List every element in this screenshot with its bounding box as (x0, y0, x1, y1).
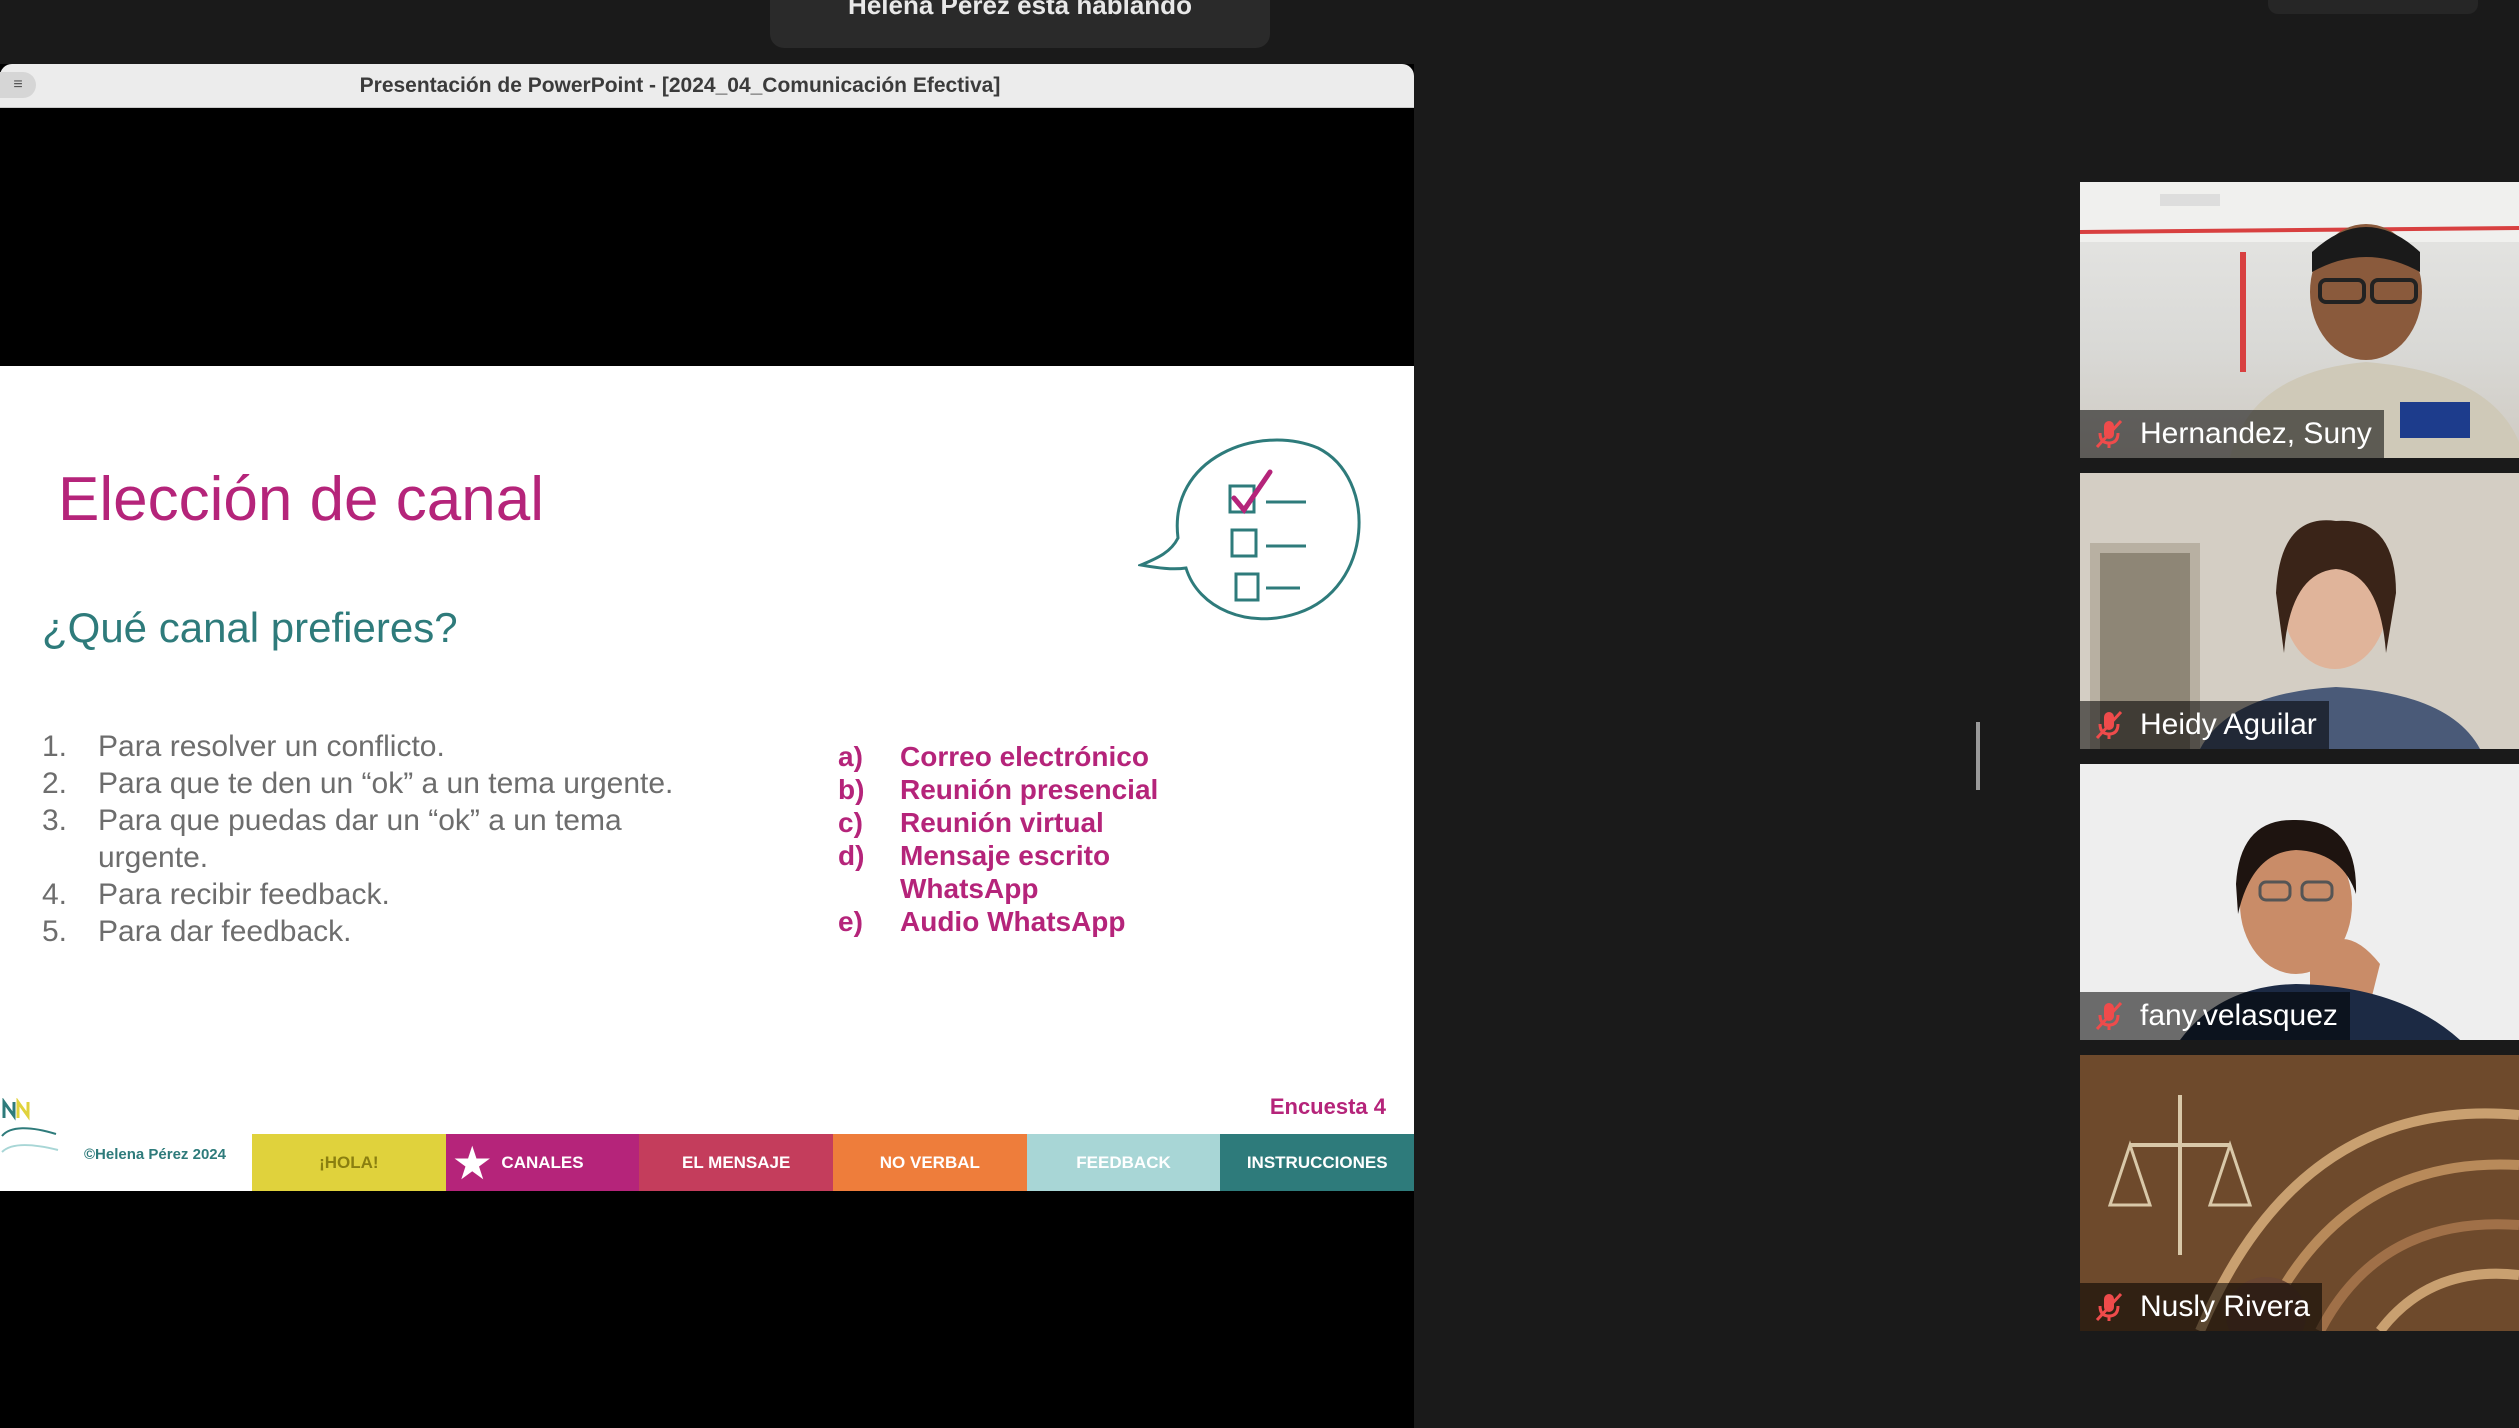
option-letter: a) (838, 741, 863, 772)
nav-tab-label: NO VERBAL (879, 1153, 980, 1172)
copyright-text: ©Helena Pérez 2024 (84, 1146, 226, 1163)
participant-name: fany.velasquez (2140, 999, 2338, 1032)
mic-muted-icon (2095, 1292, 2123, 1322)
question-item: 2. Para que te den un “ok” a un tema urg… (42, 765, 802, 802)
question-item: 4. Para recibir feedback. (42, 876, 802, 913)
nav-tab-label: INSTRUCCIONES (1246, 1153, 1388, 1172)
question-item: 1. Para resolver un conflicto. (42, 728, 802, 765)
nav-tab-label: CANALES (501, 1153, 584, 1172)
participant-tile[interactable]: Hernandez, Suny (2080, 182, 2519, 458)
question-text: Para recibir feedback. (98, 878, 390, 911)
mic-muted-icon (2095, 1001, 2123, 1031)
speaker-banner: Helena Pérez está hablando (770, 0, 1270, 48)
nav-tab-label: FEEDBACK (1076, 1153, 1171, 1172)
question-number: 5. (42, 915, 68, 948)
option-text: Reunión presencial (900, 774, 1159, 805)
participant-name-bar: Nusly Rivera (2080, 1283, 2323, 1331)
option-item: a) Correo electrónico (838, 740, 1258, 773)
question-item: 5. Para dar feedback. (42, 913, 802, 950)
resize-handle[interactable] (1976, 722, 1980, 790)
option-list: a) Correo electrónico b) Reunión presenc… (838, 740, 1258, 938)
option-item: b) Reunión presencial (838, 773, 1258, 806)
participant-name: Hernandez, Suny (2140, 417, 2372, 450)
window-title: Presentación de PowerPoint - [2024_04_Co… (359, 74, 1001, 97)
question-text: Para que puedas dar un “ok” a un tema ur… (98, 804, 622, 874)
question-text: Para dar feedback. (98, 915, 352, 948)
nav-tab-canales[interactable]: ★ CANALES (445, 1134, 640, 1191)
option-letter: c) (838, 807, 863, 838)
option-letter: b) (838, 774, 865, 805)
nav-tab-label: EL MENSAJE (682, 1153, 791, 1172)
slide: Elección de canal ¿Qué canal prefieres? … (0, 366, 1414, 1191)
option-item: d) Mensaje escrito WhatsApp (838, 839, 1258, 905)
nav-tab-el-mensaje[interactable]: EL MENSAJE (639, 1134, 834, 1191)
option-text: Audio WhatsApp (900, 906, 1126, 937)
option-letter: d) (838, 840, 865, 871)
nav-tab-feedback[interactable]: FEEDBACK (1026, 1134, 1221, 1191)
nav-tab-label: ¡HOLA! (319, 1153, 379, 1172)
question-number: 3. (42, 804, 68, 837)
participant-name: Heidy Aguilar (2140, 708, 2317, 741)
option-text: Correo electrónico (900, 741, 1149, 772)
option-text: Mensaje escrito WhatsApp (900, 840, 1111, 904)
participant-name-bar: Heidy Aguilar (2080, 701, 2329, 749)
question-number: 2. (42, 767, 68, 800)
star-icon: ★ (451, 1137, 493, 1189)
window-titlebar: ≡ Presentación de PowerPoint - [2024_04_… (0, 64, 1414, 108)
participant-tile[interactable]: fany.velasquez (2080, 764, 2519, 1040)
slide-subtitle: ¿Qué canal prefieres? (42, 604, 458, 651)
question-text: Para que te den un “ok” a un tema urgent… (98, 767, 674, 800)
option-item: c) Reunión virtual (838, 806, 1258, 839)
slide-title: Elección de canal (58, 465, 544, 534)
top-right-control[interactable] (2268, 0, 2478, 14)
option-letter: e) (838, 906, 863, 937)
participant-tile[interactable]: Heidy Aguilar (2080, 473, 2519, 749)
option-text: Reunión virtual (900, 807, 1104, 838)
checklist-speech-bubble-icon (1138, 438, 1361, 621)
shared-screen: ≡ Presentación de PowerPoint - [2024_04_… (0, 64, 1414, 1428)
question-number: 1. (42, 730, 68, 763)
survey-tag: Encuesta 4 (1269, 1094, 1386, 1119)
mic-muted-icon (2095, 710, 2123, 740)
question-item: 3. Para que puedas dar un “ok” a un tema… (42, 802, 802, 876)
participant-tile[interactable]: Nusly Rivera (2080, 1055, 2519, 1331)
brand-logo-icon (1, 1098, 59, 1153)
nav-tab-instrucciones[interactable]: INSTRUCCIONES (1220, 1134, 1414, 1191)
question-text: Para resolver un conflicto. (98, 730, 445, 763)
option-item: e) Audio WhatsApp (838, 905, 1258, 938)
speaker-banner-text: Helena Pérez está hablando (848, 0, 1192, 20)
question-list: 1. Para resolver un conflicto. 2. Para q… (42, 728, 802, 950)
participant-name-bar: Hernandez, Suny (2080, 410, 2384, 458)
slide-nav-bar: ¡HOLA! ★ CANALES EL MENSAJE NO VERBAL FE… (252, 1134, 1414, 1191)
participant-name-bar: fany.velasquez (2080, 992, 2350, 1040)
question-number: 4. (42, 878, 68, 911)
nav-tab-no-verbal[interactable]: NO VERBAL (833, 1134, 1027, 1191)
mic-muted-icon (2095, 419, 2123, 449)
participant-name: Nusly Rivera (2140, 1290, 2311, 1323)
nav-tab-hola[interactable]: ¡HOLA! (252, 1134, 446, 1191)
